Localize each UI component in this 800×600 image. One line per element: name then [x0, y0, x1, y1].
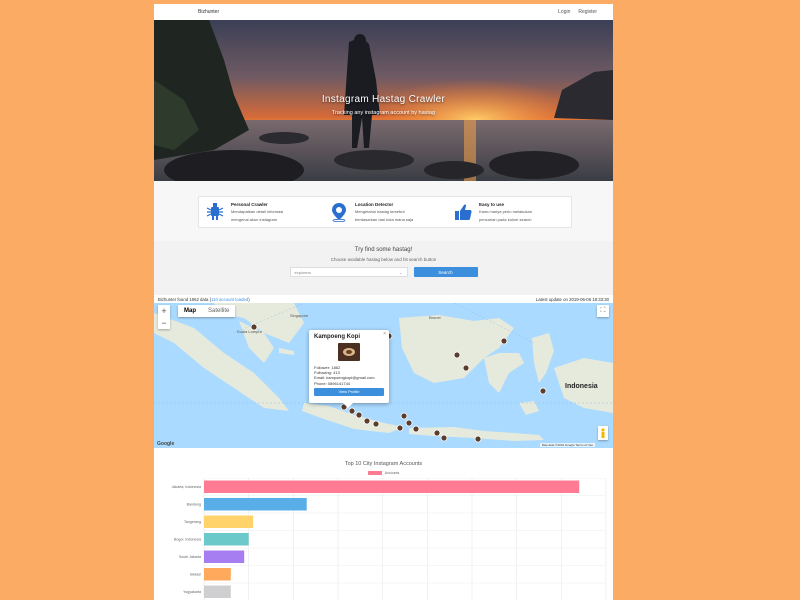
map[interactable]: Kuala Lumpur Singapore Brunei Jakarta In…: [154, 303, 613, 448]
feature-title: Personal Crawler: [231, 202, 268, 208]
map-attribution[interactable]: Map data ©2019 Google Terms of Use: [539, 443, 595, 447]
legend-label: Accounts: [384, 471, 400, 475]
map-type-control: Map Satellite: [178, 305, 236, 317]
profile-photo: [338, 343, 360, 361]
search-section: Try find some hastag! Choose available h…: [154, 241, 613, 295]
feature-personal-crawler: Personal Crawler Mendapatkan detail info…: [199, 197, 323, 227]
thumbs-up-icon: [455, 204, 472, 220]
legend-swatch: [367, 471, 382, 475]
crawler-icon: [206, 203, 224, 220]
category-label: South Jakarta: [179, 555, 201, 559]
popup-phone: Phone: 0896141744: [314, 380, 351, 386]
chart-bar[interactable]: [204, 568, 231, 581]
feature-desc: mengenai akun instagram: [231, 216, 278, 222]
search-title: Try find some hastag!: [354, 247, 413, 253]
info-row: Bizhunter found 1862 data (110 account l…: [154, 295, 613, 303]
latest-update: Latest update on 2019-06-06 18:33:30: [535, 296, 609, 302]
features-band: Personal Crawler Mendapatkan detail info…: [154, 181, 613, 241]
close-icon[interactable]: ×: [383, 331, 386, 337]
category-label: Yogyakarta: [183, 590, 201, 594]
hastag-select-value: explorers: [294, 269, 311, 275]
feature-desc: Kamu hanya perlu melakukan: [479, 209, 532, 215]
chart-bar[interactable]: [204, 498, 307, 511]
register-link[interactable]: Register: [578, 9, 597, 15]
feature-easy-to-use: Easy to use Kamu hanya perlu melakukan p…: [447, 197, 571, 227]
marker-info-popup: × Kampoeng Kopi Follower: 1862 Following…: [309, 330, 389, 408]
page: Bizhunter Login Register Instagram Hasta…: [154, 4, 613, 600]
category-label: Bekasi: [190, 572, 201, 576]
feature-title: Location Detector: [355, 202, 394, 208]
chart-section: Top 10 City Instagram Accounts Accounts …: [154, 448, 613, 600]
chevron-down-icon: ⌄: [399, 269, 403, 275]
popup-email: Email: kampoengkopi@gmail.com: [314, 375, 375, 381]
chart-bar[interactable]: [204, 533, 249, 546]
chart-legend[interactable]: Accounts: [154, 471, 613, 475]
category-label: Bogor, Indonesia: [174, 537, 201, 541]
tab-satellite[interactable]: Satellite: [202, 305, 235, 317]
category-label: Tangerang: [184, 520, 201, 524]
hero-banner: Instagram Hastag Crawler Tracking any in…: [154, 20, 613, 181]
chart-bar[interactable]: [204, 550, 245, 564]
google-logo: Google: [157, 441, 175, 447]
bar-chart: Jakarta, Indonesia Bandung Tangerang Bogor,…: [172, 478, 607, 600]
search-button[interactable]: Search: [413, 267, 478, 277]
map-label-indonesia: Indonesia: [565, 383, 598, 390]
location-pin-icon: [332, 203, 346, 222]
category-label: Jakarta, Indonesia: [172, 485, 201, 489]
chart-title: Top 10 City Instagram Accounts: [344, 461, 423, 467]
feature-desc: pencarian pada kolom search: [479, 216, 532, 222]
zoom-control: + −: [158, 305, 170, 329]
feature-title: Easy to use: [479, 202, 505, 208]
feature-desc: Mendapatkan detail informasi: [231, 209, 284, 215]
map-label-kuala: Kuala Lumpur: [237, 329, 262, 334]
popup-account-name: Kampoeng Kopi: [314, 334, 360, 340]
search-subtitle: Choose available hastag below and hit se…: [330, 257, 437, 262]
found-count: Bizhunter found 1862 data (110 account l…: [158, 296, 250, 302]
feature-desc: Mengetahui hastag tersebut: [355, 209, 405, 215]
zoom-in-button[interactable]: +: [158, 305, 170, 317]
map-label-brunei: Brunei: [429, 315, 441, 320]
tab-map[interactable]: Map: [178, 305, 202, 317]
zoom-out-button[interactable]: −: [158, 317, 170, 329]
hero-title: Instagram Hastag Crawler: [321, 94, 446, 105]
hastag-select[interactable]: explorers ⌄: [289, 267, 408, 277]
chart-bar[interactable]: [204, 585, 231, 599]
login-link[interactable]: Login: [558, 9, 570, 15]
view-profile-button[interactable]: View Profile: [314, 387, 384, 396]
feature-desc: berdasarkan dari kota mana saja: [355, 216, 414, 222]
navbar: Bizhunter Login Register: [154, 4, 613, 20]
features-card: Personal Crawler Mendapatkan detail info…: [198, 196, 572, 228]
brand-logo[interactable]: Bizhunter: [198, 9, 219, 15]
feature-location-detector: Location Detector Mengetahui hastag ters…: [323, 197, 447, 227]
chart-bar[interactable]: [204, 515, 254, 529]
category-label: Bandung: [187, 502, 201, 506]
pegman-icon[interactable]: [598, 426, 608, 440]
map-label-singapore: Singapore: [290, 313, 309, 318]
hero-subtitle: Tracking any instagram account by hastag: [331, 110, 436, 116]
accounts-loaded-link[interactable]: 110 account loaded: [211, 297, 248, 302]
fullscreen-icon[interactable]: ⛶: [597, 305, 609, 317]
chart-bar[interactable]: [204, 480, 580, 494]
